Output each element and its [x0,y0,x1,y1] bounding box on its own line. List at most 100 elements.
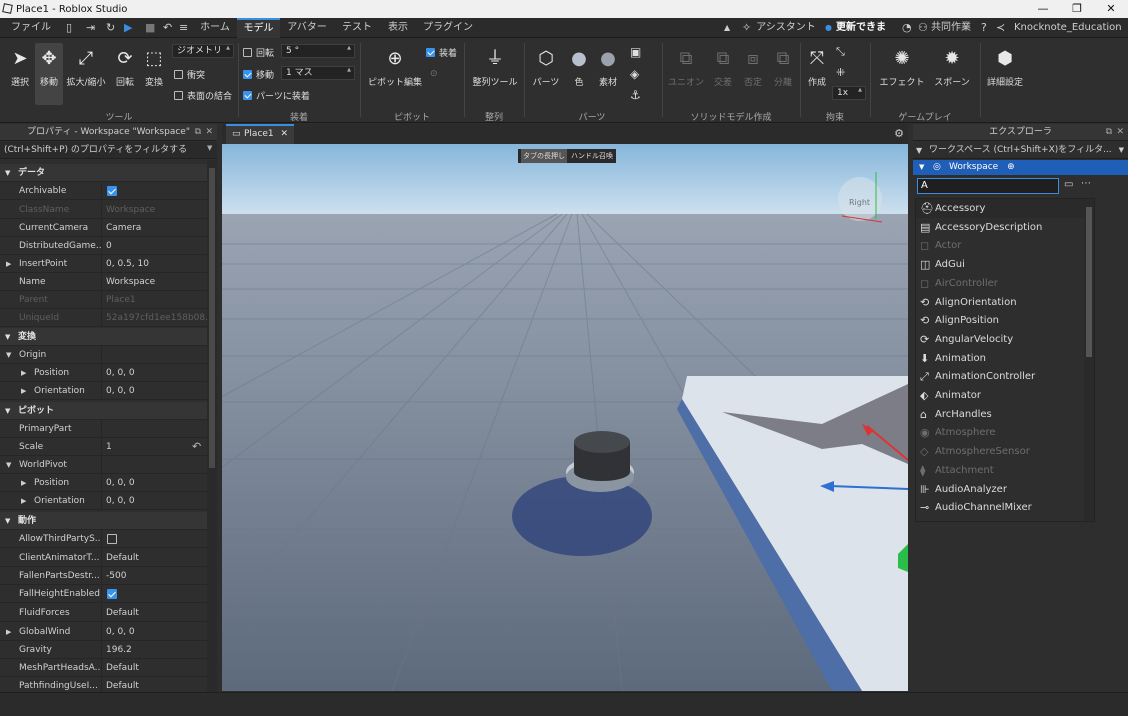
pivot-edit-button[interactable]: ⊕ ピボット編集 [366,47,424,88]
insert-list-item[interactable]: ⛑ Accessory [916,199,1084,218]
move-snap-input[interactable]: 1 マス [281,66,355,80]
prop-worldpivot-position[interactable]: ▶ Position 0, 0, 0 [0,474,207,492]
insert-list-item[interactable]: ⬖ Animator [916,386,1084,405]
tab-home[interactable]: ホーム [196,18,234,38]
insert-list-item[interactable]: ⬇ Animation [916,349,1084,368]
union-button[interactable]: ⧉ ユニオン [668,47,704,88]
geometry-dropdown[interactable]: ジオメトリ [172,44,234,58]
undock-icon[interactable]: ⧉ [1106,124,1112,141]
close-icon[interactable]: ✕ [1094,0,1128,18]
color-button[interactable]: ● 色 [566,47,592,88]
insert-list-item[interactable]: ◻ Actor [916,236,1084,255]
quick-access-icon[interactable]: ≡ [179,21,188,34]
viewport-settings-icon[interactable]: ⚙ [894,127,904,140]
insert-list-item[interactable]: ⧫ Attachment [916,461,1084,480]
update-button[interactable]: 更新できます [832,18,890,53]
insert-list-scrollbar[interactable] [1084,199,1094,521]
prop-archivable[interactable]: Archivable [0,182,207,200]
menu-file[interactable]: ファイル [8,18,54,38]
expand-icon[interactable]: ▶ [6,623,11,641]
prop-distributed[interactable]: DistributedGame... 0 [0,237,207,255]
constraint-details-icon[interactable]: ⤡ [836,45,845,59]
properties-scrollbar[interactable] [207,160,217,692]
allowthirdparty-checkbox[interactable] [107,534,117,544]
equip-toggle[interactable]: 装着 [426,45,457,59]
minimize-icon[interactable]: — [1026,0,1060,18]
advanced-settings-button[interactable]: ⬢ 詳細設定 [984,47,1026,88]
expand-icon[interactable]: ▶ [21,364,26,382]
prop-meshpartheads[interactable]: MeshPartHeadsA... Default [0,659,207,677]
undock-icon[interactable]: ⧉ [195,124,201,141]
expand-icon[interactable]: ▶ [21,474,26,492]
new-file-icon[interactable]: ▯ [66,21,72,34]
tab-plugins[interactable]: プラグイン [420,18,476,38]
equip-parts-toggle[interactable]: パーツに装着 [243,88,310,102]
material-button[interactable]: ● 素材 [594,47,622,88]
insert-list-item[interactable]: ◉ Atmosphere [916,423,1084,442]
rotate-snap-toggle[interactable]: 回転 [243,45,274,59]
prop-currentcamera[interactable]: CurrentCamera Camera [0,219,207,237]
part-button[interactable]: ⬡ パーツ [530,47,562,88]
insert-list-item[interactable]: ▤ AccessoryDescription [916,218,1084,237]
group-parts-icon[interactable]: ▣ [630,45,641,59]
negate-button[interactable]: ⧈ 否定 [740,47,766,88]
insert-list-item[interactable]: ⟲ AlignPosition [916,311,1084,330]
prop-worldpivot-orientation[interactable]: ▶ Orientation 0, 0, 0 [0,492,207,510]
collapse-icon[interactable]: ▼ [919,160,924,175]
filter-dropdown-icon[interactable]: ▼ [207,144,212,152]
tab-avatar[interactable]: アバター [284,18,330,38]
pivot-reset-icon[interactable]: ⊙ [430,67,438,81]
category-behavior[interactable]: 動作 [0,512,207,530]
expand-icon[interactable]: ▶ [21,492,26,510]
anchor-icon[interactable]: ⚓ [630,88,641,102]
redo-icon[interactable]: ↻ [106,21,115,34]
collapse-icon[interactable]: ▼ [6,346,11,364]
category-data[interactable]: データ [0,164,207,182]
prop-origin[interactable]: ▼ Origin [0,346,207,364]
category-pivot[interactable]: ピボット [0,402,207,420]
collisions-toggle[interactable]: 衝突 [174,67,205,81]
viewcube-right-label[interactable]: Right [849,198,870,207]
tab-model[interactable]: モデル [237,18,280,38]
tab-test[interactable]: テスト [338,18,376,38]
insert-object-icon[interactable]: ⊕ [1007,162,1015,172]
insert-list-item[interactable]: ⊸ AudioChannelMixer [916,498,1084,517]
constraint-scale-input[interactable]: 1x [832,86,866,100]
insert-list-item[interactable]: ⤢ AnimationController [916,367,1084,386]
collapse-icon[interactable]: ▼ [6,456,11,474]
insert-list-item[interactable]: ◫ AdGui [916,255,1084,274]
collapse-ribbon-icon[interactable]: ▲ [724,23,730,32]
prop-fallenparts[interactable]: FallenPartsDestr... -500 [0,567,207,585]
more-options-icon[interactable]: ⋯ [1081,178,1091,189]
scale-button[interactable]: ⤢ 拡大/縮小 [66,47,106,88]
share-icon[interactable]: ≺ [996,21,1005,34]
move-button[interactable]: ✥ 移動 [35,43,63,105]
username[interactable]: Knocknote_Education [1014,18,1122,38]
lock-parts-icon[interactable]: ◈ [630,67,639,81]
prop-insertpoint[interactable]: ▶ InsertPoint 0, 0.5, 10 [0,255,207,273]
close-panel-icon[interactable]: ✕ [1116,124,1124,141]
collab-button[interactable]: 共同作業 [930,18,972,38]
close-tab-icon[interactable]: ✕ [280,126,288,143]
separate-button[interactable]: ⧉ 分離 [770,47,796,88]
insert-list-item[interactable]: ⌂ ArcHandles [916,405,1084,424]
undo-icon[interactable]: ↶ [163,21,172,34]
create-constraint-button[interactable]: ⤧ 作成 [804,47,830,88]
collab-icon[interactable]: ⚇ [918,21,928,34]
prop-clientanimator[interactable]: ClientAnimatorT... Default [0,549,207,567]
fallheight-checkbox[interactable] [107,589,117,599]
prop-origin-position[interactable]: ▶ Position 0, 0, 0 [0,364,207,382]
play-icon[interactable]: ▶ [124,21,132,34]
prop-fallheight[interactable]: FallHeightEnabled [0,585,207,603]
assistant-icon[interactable]: ✧ [742,21,751,34]
prop-primarypart[interactable]: PrimaryPart [0,420,207,438]
explorer-filter-input[interactable]: ▼ ワークスペース (Ctrl+Shift+X)をフィルタ... ▼ [913,142,1128,159]
insert-object-search-input[interactable]: A [917,178,1059,194]
prop-allowthirdparty[interactable]: AllowThirdPartyS... [0,530,207,548]
rotate-button[interactable]: ⟳ 回転 [112,47,138,88]
intersect-button[interactable]: ⧉ 交差 [710,47,736,88]
insert-list-item[interactable]: ◇ AtmosphereSensor [916,442,1084,461]
close-panel-icon[interactable]: ✕ [205,124,213,141]
reset-icon[interactable]: ↶ [192,440,201,453]
tab-place1[interactable]: ▭ Place1 ✕ [226,124,294,144]
